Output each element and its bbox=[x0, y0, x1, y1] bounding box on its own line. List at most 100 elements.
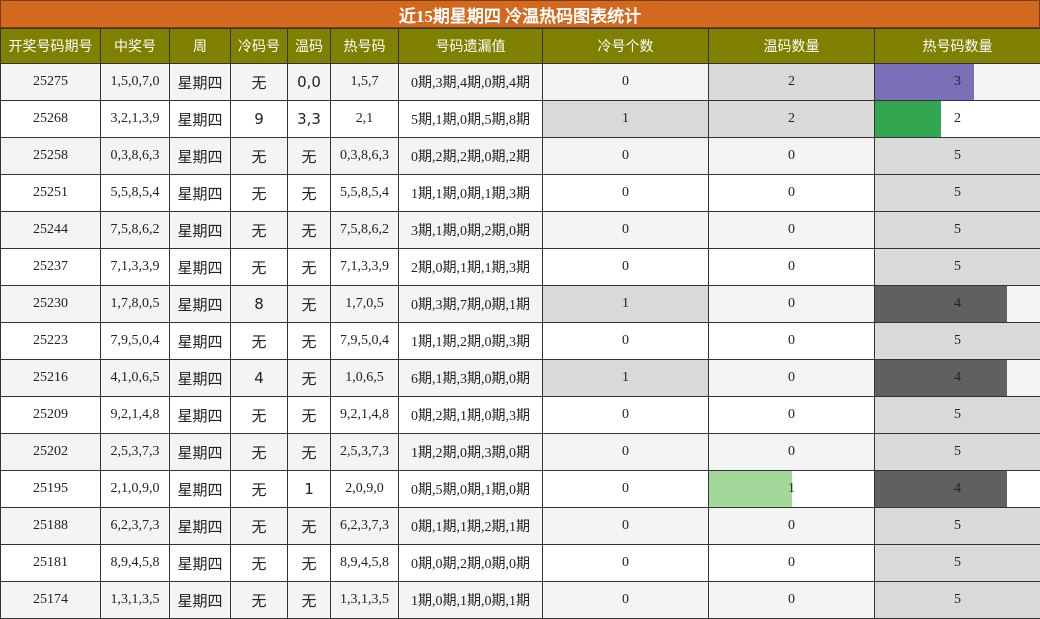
table-row: 252377,1,3,3,9星期四无无7,1,3,3,92期,0期,1期,1期,… bbox=[1, 249, 1040, 286]
hot-count-cell: 2 bbox=[875, 101, 1040, 138]
period-cell: 25251 bbox=[1, 175, 101, 212]
period-cell: 25174 bbox=[1, 582, 101, 619]
warm-cell: 无 bbox=[288, 508, 331, 545]
hot-count-cell-value: 5 bbox=[954, 185, 961, 200]
warm-count-cell: 2 bbox=[709, 101, 875, 138]
header-week: 周 bbox=[170, 29, 231, 64]
cold-count-cell-value: 0 bbox=[622, 592, 629, 607]
cold-count-cell-value: 0 bbox=[622, 259, 629, 274]
hot-count-cell-value: 5 bbox=[954, 592, 961, 607]
cold-count-cell-value: 0 bbox=[622, 555, 629, 570]
week-cell: 星期四 bbox=[170, 545, 231, 582]
hot-count-cell-value: 5 bbox=[954, 222, 961, 237]
hot-count-cell-value: 5 bbox=[954, 555, 961, 570]
cold-count-cell-value: 0 bbox=[622, 444, 629, 459]
warm-cell: 无 bbox=[288, 138, 331, 175]
hot-count-cell-value: 3 bbox=[954, 74, 961, 89]
table-row: 251818,9,4,5,8星期四无无8,9,4,5,80期,0期,2期,0期,… bbox=[1, 545, 1040, 582]
period-cell: 25181 bbox=[1, 545, 101, 582]
cold-count-cell-value: 0 bbox=[622, 222, 629, 237]
warm-cell: 无 bbox=[288, 434, 331, 471]
hot-count-cell-bar bbox=[875, 360, 1007, 396]
warm-count-cell-value: 0 bbox=[788, 518, 795, 533]
numbers-cell: 9,2,1,4,8 bbox=[101, 397, 170, 434]
cold-cell: 无 bbox=[231, 323, 288, 360]
warm-count-cell: 0 bbox=[709, 582, 875, 619]
table-row: 252237,9,5,0,4星期四无无7,9,5,0,41期,1期,2期,0期,… bbox=[1, 323, 1040, 360]
hot-count-cell-value: 5 bbox=[954, 407, 961, 422]
hot-count-cell-value: 4 bbox=[954, 370, 961, 385]
hot-count-cell: 5 bbox=[875, 175, 1040, 212]
hot-cell: 7,1,3,3,9 bbox=[331, 249, 399, 286]
table-row: 252447,5,8,6,2星期四无无7,5,8,6,23期,1期,0期,2期,… bbox=[1, 212, 1040, 249]
numbers-cell: 1,3,1,3,5 bbox=[101, 582, 170, 619]
hot-count-cell-value: 2 bbox=[954, 111, 961, 126]
warm-count-cell: 2 bbox=[709, 64, 875, 101]
cold-count-cell-value: 1 bbox=[622, 111, 629, 126]
numbers-cell: 1,5,0,7,0 bbox=[101, 64, 170, 101]
cold-cell: 无 bbox=[231, 249, 288, 286]
missing-cell: 1期,1期,0期,1期,3期 bbox=[399, 175, 543, 212]
numbers-cell: 1,7,8,0,5 bbox=[101, 286, 170, 323]
cold-count-cell: 1 bbox=[543, 286, 709, 323]
period-cell: 25244 bbox=[1, 212, 101, 249]
week-cell: 星期四 bbox=[170, 286, 231, 323]
cold-count-cell-value: 0 bbox=[622, 481, 629, 496]
header-hot: 热号码 bbox=[331, 29, 399, 64]
period-cell: 25258 bbox=[1, 138, 101, 175]
warm-cell: 无 bbox=[288, 175, 331, 212]
week-cell: 星期四 bbox=[170, 212, 231, 249]
period-cell: 25275 bbox=[1, 64, 101, 101]
stats-page: 近15期星期四 冷温热码图表统计 开奖号码期号 中奖号 周 冷码号 温码 热号码… bbox=[0, 0, 1040, 618]
warm-count-cell-value: 0 bbox=[788, 222, 795, 237]
hot-cell: 9,2,1,4,8 bbox=[331, 397, 399, 434]
hot-count-cell-value: 5 bbox=[954, 148, 961, 163]
cold-count-cell: 0 bbox=[543, 397, 709, 434]
hot-count-cell: 5 bbox=[875, 212, 1040, 249]
hot-cell: 7,5,8,6,2 bbox=[331, 212, 399, 249]
missing-cell: 0期,3期,7期,0期,1期 bbox=[399, 286, 543, 323]
numbers-cell: 7,1,3,3,9 bbox=[101, 249, 170, 286]
warm-cell: 3,3 bbox=[288, 101, 331, 138]
hot-count-cell: 4 bbox=[875, 360, 1040, 397]
warm-cell: 1 bbox=[288, 471, 331, 508]
cold-count-cell-value: 0 bbox=[622, 148, 629, 163]
cold-count-cell-value: 0 bbox=[622, 185, 629, 200]
header-missing: 号码遗漏值 bbox=[399, 29, 543, 64]
warm-count-cell-value: 0 bbox=[788, 592, 795, 607]
missing-cell: 3期,1期,0期,2期,0期 bbox=[399, 212, 543, 249]
hot-count-cell-value: 4 bbox=[954, 296, 961, 311]
cold-count-cell: 0 bbox=[543, 508, 709, 545]
week-cell: 星期四 bbox=[170, 360, 231, 397]
table-body: 252751,5,0,7,0星期四无0,01,5,70期,3期,4期,0期,4期… bbox=[1, 64, 1040, 619]
cold-cell: 9 bbox=[231, 101, 288, 138]
cold-cell: 无 bbox=[231, 212, 288, 249]
warm-count-cell-value: 0 bbox=[788, 333, 795, 348]
warm-count-cell: 0 bbox=[709, 323, 875, 360]
cold-count-cell: 0 bbox=[543, 175, 709, 212]
hot-count-cell: 5 bbox=[875, 323, 1040, 360]
period-cell: 25188 bbox=[1, 508, 101, 545]
warm-count-cell-value: 1 bbox=[788, 481, 795, 496]
header-warm: 温码 bbox=[288, 29, 331, 64]
numbers-cell: 0,3,8,6,3 bbox=[101, 138, 170, 175]
numbers-cell: 2,5,3,7,3 bbox=[101, 434, 170, 471]
warm-count-cell-value: 0 bbox=[788, 444, 795, 459]
warm-cell: 无 bbox=[288, 249, 331, 286]
table-row: 251952,1,0,9,0星期四无12,0,9,00期,5期,0期,1期,0期… bbox=[1, 471, 1040, 508]
missing-cell: 0期,5期,0期,1期,0期 bbox=[399, 471, 543, 508]
hot-count-cell: 5 bbox=[875, 138, 1040, 175]
warm-count-cell-value: 0 bbox=[788, 555, 795, 570]
hot-cell: 6,2,3,7,3 bbox=[331, 508, 399, 545]
table-row: 252515,5,8,5,4星期四无无5,5,8,5,41期,1期,0期,1期,… bbox=[1, 175, 1040, 212]
numbers-cell: 5,5,8,5,4 bbox=[101, 175, 170, 212]
header-hot-count: 热号码数量 bbox=[875, 29, 1040, 64]
warm-count-cell-value: 0 bbox=[788, 407, 795, 422]
warm-count-cell-value: 0 bbox=[788, 370, 795, 385]
hot-count-cell: 5 bbox=[875, 434, 1040, 471]
cold-count-cell: 0 bbox=[543, 471, 709, 508]
cold-count-cell-value: 1 bbox=[622, 370, 629, 385]
warm-count-cell: 0 bbox=[709, 212, 875, 249]
warm-cell: 无 bbox=[288, 212, 331, 249]
cold-count-cell: 0 bbox=[543, 64, 709, 101]
